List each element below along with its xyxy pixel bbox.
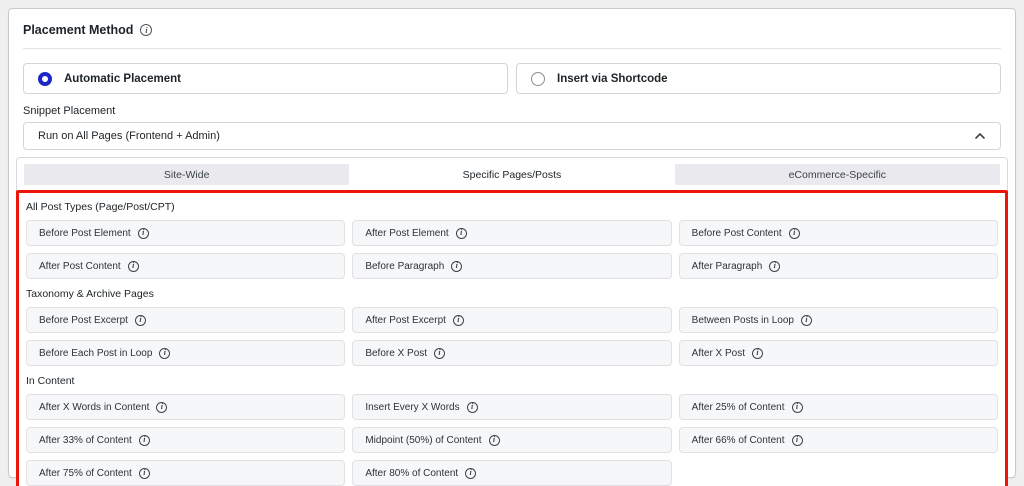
placement-option-label: After 80% of Content bbox=[365, 467, 459, 479]
info-icon[interactable] bbox=[127, 260, 139, 272]
info-icon[interactable] bbox=[791, 401, 803, 413]
placement-option-label: After Paragraph bbox=[691, 260, 763, 272]
placement-option-before-each-post-in-loop[interactable]: Before Each Post in Loop bbox=[26, 340, 346, 366]
snippet-placement-select[interactable]: Run on All Pages (Frontend + Admin) bbox=[23, 122, 1001, 150]
placement-option-label: Between Posts in Loop bbox=[691, 314, 794, 326]
radio-unselected-icon[interactable] bbox=[531, 71, 545, 86]
info-icon[interactable] bbox=[488, 434, 500, 446]
placement-option-label: After X Post bbox=[691, 347, 746, 359]
placement-option-label: Before Paragraph bbox=[365, 260, 445, 272]
info-icon[interactable] bbox=[138, 467, 150, 479]
placement-option-label: Insert Every X Words bbox=[365, 401, 460, 413]
section-title: In Content bbox=[26, 375, 75, 387]
section-in-content: In Content After X Words in Content Inse… bbox=[23, 375, 1001, 486]
highlighted-placement-options: All Post Types (Page/Post/CPT) Before Po… bbox=[16, 190, 1008, 486]
placement-option-after-paragraph[interactable]: After Paragraph bbox=[678, 253, 998, 279]
placement-option-label: After X Words in Content bbox=[39, 401, 150, 413]
placement-grid: After X Words in Content Insert Every X … bbox=[26, 394, 998, 486]
placement-option-before-post-excerpt[interactable]: Before Post Excerpt bbox=[26, 307, 346, 333]
placement-grid: Before Post Excerpt After Post Excerpt B… bbox=[26, 307, 998, 366]
placement-option-label: Before Post Content bbox=[691, 227, 782, 239]
tab-bar: Site-Wide Specific Pages/Posts eCommerce… bbox=[24, 164, 1000, 185]
snippet-placement-label: Snippet Placement bbox=[23, 105, 116, 117]
info-icon[interactable] bbox=[465, 467, 477, 479]
placement-option-after-80-of-content[interactable]: After 80% of Content bbox=[352, 460, 672, 486]
placement-option-after-x-post[interactable]: After X Post bbox=[678, 340, 998, 366]
info-icon[interactable] bbox=[752, 347, 764, 359]
placement-option-between-posts-in-loop[interactable]: Between Posts in Loop bbox=[678, 307, 998, 333]
tab-specific-pages-posts[interactable]: Specific Pages/Posts bbox=[349, 164, 675, 185]
placement-option-after-75-of-content[interactable]: After 75% of Content bbox=[26, 460, 346, 486]
placement-option-label: Before X Post bbox=[365, 347, 428, 359]
placement-method-card: Placement Method Automatic Placement Ins… bbox=[8, 8, 1016, 486]
info-icon[interactable] bbox=[791, 434, 803, 446]
chevron-up-icon bbox=[975, 133, 985, 139]
section-title: All Post Types (Page/Post/CPT) bbox=[26, 201, 175, 213]
info-icon[interactable] bbox=[769, 260, 781, 272]
placement-option-label: After Post Excerpt bbox=[365, 314, 446, 326]
placement-option-after-66-of-content[interactable]: After 66% of Content bbox=[678, 427, 998, 453]
placement-option-label: Before Each Post in Loop bbox=[39, 347, 153, 359]
placement-option-midpoint-50-of-content[interactable]: Midpoint (50%) of Content bbox=[352, 427, 672, 453]
info-icon[interactable] bbox=[452, 314, 464, 326]
section-all-post-types: All Post Types (Page/Post/CPT) Before Po… bbox=[23, 201, 1001, 279]
radio-automatic-placement[interactable]: Automatic Placement bbox=[23, 63, 508, 94]
card-title-row: Placement Method bbox=[23, 21, 1001, 39]
placement-option-after-33-of-content[interactable]: After 33% of Content bbox=[26, 427, 346, 453]
placement-tabs-panel: Site-Wide Specific Pages/Posts eCommerce… bbox=[16, 157, 1008, 486]
placement-option-label: After 66% of Content bbox=[691, 434, 785, 446]
radio-label: Automatic Placement bbox=[64, 72, 181, 85]
placement-option-label: Before Post Excerpt bbox=[39, 314, 128, 326]
placement-option-before-paragraph[interactable]: Before Paragraph bbox=[352, 253, 672, 279]
placement-option-after-post-element[interactable]: After Post Element bbox=[352, 220, 672, 246]
info-icon[interactable] bbox=[156, 401, 168, 413]
placement-option-label: Before Post Element bbox=[39, 227, 131, 239]
page-title: Placement Method bbox=[23, 23, 134, 37]
info-icon[interactable] bbox=[134, 314, 146, 326]
placement-option-after-post-content[interactable]: After Post Content bbox=[26, 253, 346, 279]
info-icon[interactable] bbox=[434, 347, 446, 359]
placement-method-options: Automatic Placement Insert via Shortcode bbox=[23, 63, 1001, 94]
placement-option-label: After 75% of Content bbox=[39, 467, 132, 479]
placement-option-before-post-element[interactable]: Before Post Element bbox=[26, 220, 346, 246]
radio-selected-icon[interactable] bbox=[38, 71, 52, 86]
placement-option-after-post-excerpt[interactable]: After Post Excerpt bbox=[352, 307, 672, 333]
info-icon[interactable] bbox=[800, 314, 812, 326]
info-icon[interactable] bbox=[138, 434, 150, 446]
section-title: Taxonomy & Archive Pages bbox=[26, 288, 154, 300]
info-icon[interactable] bbox=[788, 227, 800, 239]
placement-option-before-post-content[interactable]: Before Post Content bbox=[678, 220, 998, 246]
radio-label: Insert via Shortcode bbox=[557, 72, 668, 85]
placement-option-label: After 25% of Content bbox=[691, 401, 785, 413]
placement-option-label: Midpoint (50%) of Content bbox=[365, 434, 482, 446]
tab-site-wide[interactable]: Site-Wide bbox=[24, 164, 349, 185]
info-icon[interactable] bbox=[140, 24, 153, 36]
info-icon[interactable] bbox=[137, 227, 149, 239]
placement-option-label: After Post Content bbox=[39, 260, 121, 272]
placement-option-label: After 33% of Content bbox=[39, 434, 132, 446]
select-value: Run on All Pages (Frontend + Admin) bbox=[38, 130, 220, 142]
placement-option-insert-every-x-words[interactable]: Insert Every X Words bbox=[352, 394, 672, 420]
tab-ecommerce-specific[interactable]: eCommerce-Specific bbox=[675, 164, 1000, 185]
placement-option-after-25-of-content[interactable]: After 25% of Content bbox=[678, 394, 998, 420]
placement-option-label: After Post Element bbox=[365, 227, 449, 239]
section-taxonomy-archive: Taxonomy & Archive Pages Before Post Exc… bbox=[23, 288, 1001, 366]
divider bbox=[23, 48, 1001, 49]
info-icon[interactable] bbox=[451, 260, 463, 272]
info-icon[interactable] bbox=[455, 227, 467, 239]
radio-insert-via-shortcode[interactable]: Insert via Shortcode bbox=[516, 63, 1001, 94]
placement-grid: Before Post Element After Post Element B… bbox=[26, 220, 998, 279]
info-icon[interactable] bbox=[466, 401, 478, 413]
placement-option-after-x-words-in-content[interactable]: After X Words in Content bbox=[26, 394, 346, 420]
info-icon[interactable] bbox=[159, 347, 171, 359]
placement-option-before-x-post[interactable]: Before X Post bbox=[352, 340, 672, 366]
